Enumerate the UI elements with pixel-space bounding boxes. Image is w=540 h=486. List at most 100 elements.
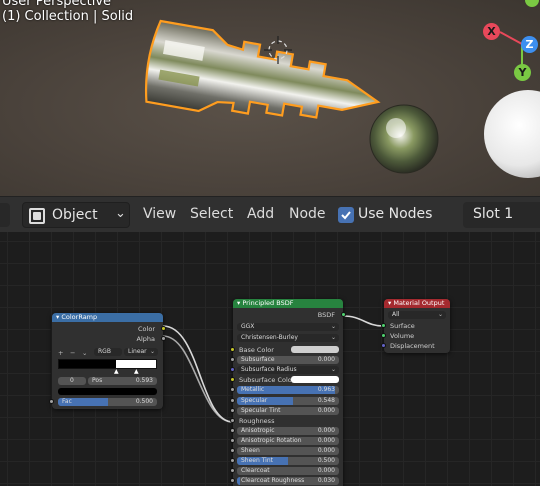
fac-field[interactable]: Fac 0.500 — [58, 398, 157, 406]
bsdf-input-socket[interactable] — [230, 367, 235, 373]
object-mode-label: Object — [52, 207, 98, 223]
add-stop-icon[interactable]: + — [58, 349, 63, 357]
viewport-collection-label: (1) Collection | Solid — [2, 9, 134, 24]
menu-select[interactable]: Select — [190, 206, 233, 222]
node-editor-canvas[interactable]: ▾ ColorRamp Color Alpha + − ⌄ RGB Linear… — [0, 232, 540, 486]
bsdf-value-field[interactable]: Clearcoat Roughness 0.030 — [237, 477, 339, 486]
bsdf-input-value: 0.000 — [317, 447, 335, 454]
alpha-output-socket[interactable] — [161, 336, 166, 341]
color-swatch[interactable] — [291, 346, 339, 353]
fac-input-socket[interactable] — [49, 399, 54, 404]
bsdf-input-socket[interactable] — [230, 407, 235, 413]
stop-position-field[interactable]: Pos 0.593 — [88, 377, 157, 385]
colorramp-output-color: Color — [138, 325, 155, 333]
bsdf-input-socket[interactable] — [230, 387, 235, 393]
bsdf-input-value: 0.000 — [317, 436, 335, 444]
bsdf-input-label: Subsurface Radius — [241, 366, 297, 374]
bsdf-input-socket[interactable] — [230, 417, 235, 423]
chevron-down-icon: ⌄ — [149, 348, 155, 355]
colorramp-title: ColorRamp — [61, 313, 98, 321]
bsdf-input-label: Anisotropic Rotation — [241, 436, 302, 444]
color-output-socket[interactable] — [161, 326, 166, 331]
bsdf-input-socket[interactable] — [230, 427, 235, 433]
distribution-dropdown[interactable]: GGX ⌄ — [237, 323, 339, 331]
color-swatch[interactable] — [291, 376, 339, 384]
bsdf-value-field[interactable]: Sheen Tint 0.500 — [237, 457, 339, 466]
bsdf-input-value: 0.000 — [317, 406, 335, 414]
material-output-header[interactable]: ▾ Material Output — [384, 299, 450, 308]
bsdf-output-socket[interactable] — [341, 312, 346, 317]
bsdf-value-field[interactable]: Specular 0.548 — [237, 396, 339, 405]
bsdf-input-socket[interactable] — [230, 448, 235, 453]
ramp-stop-handle-icon[interactable]: ▲ — [114, 368, 119, 375]
bsdf-value-field[interactable]: Specular Tint 0.000 — [237, 406, 339, 415]
volume-input-socket[interactable] — [381, 333, 386, 338]
subsurface-radius-dropdown[interactable]: Subsurface Radius ⌄ — [237, 366, 339, 375]
colorramp-node[interactable]: ▾ ColorRamp Color Alpha + − ⌄ RGB Linear… — [49, 313, 166, 409]
bsdf-input-label: Sheen Tint — [241, 457, 274, 465]
bsdf-value-field[interactable]: Subsurface 0.000 — [237, 356, 339, 365]
use-nodes-label[interactable]: Use Nodes — [358, 206, 432, 222]
color-mode-dropdown[interactable]: RGB — [94, 348, 122, 356]
colorramp-header[interactable]: ▾ ColorRamp — [52, 313, 163, 322]
use-nodes-checkbox[interactable] — [338, 207, 354, 223]
collapse-arrow-icon[interactable]: ▾ — [237, 299, 240, 307]
principled-bsdf-header[interactable]: ▾ Principled BSDF — [233, 299, 343, 308]
bsdf-value-field[interactable]: Anisotropic Rotation 0.000 — [237, 436, 339, 445]
collapse-arrow-icon[interactable]: ▾ — [388, 299, 391, 307]
gizmo-x-axis-icon[interactable]: X — [483, 23, 500, 40]
fac-label: Fac — [62, 398, 72, 405]
bsdf-input-socket[interactable] — [230, 377, 235, 383]
chevron-down-icon: ⌄ — [330, 323, 336, 330]
bsdf-input-socket[interactable] — [230, 458, 235, 464]
bsdf-value-field[interactable]: Metallic 0.963 — [237, 386, 339, 395]
interpolation-dropdown[interactable]: Linear ⌄ — [124, 348, 158, 356]
white-sphere — [484, 90, 540, 178]
ramp-menu-icon[interactable]: ⌄ — [82, 349, 87, 357]
surface-input-socket[interactable] — [381, 323, 386, 328]
volume-input-label: Volume — [390, 332, 415, 340]
node-editor-header: Object ⌄ View Select Add Node Use Nodes … — [0, 196, 540, 232]
bsdf-input-socket[interactable] — [230, 468, 235, 474]
material-slot-dropdown[interactable]: Slot 1 — [463, 202, 540, 228]
interpolation-label: Linear — [128, 348, 147, 355]
bsdf-input-socket[interactable] — [230, 357, 235, 363]
bsdf-input-value: 0.000 — [317, 426, 335, 434]
stop-index-field[interactable]: 0 — [58, 377, 86, 385]
fac-value: 0.500 — [135, 398, 153, 405]
object-mode-dropdown[interactable]: Object ⌄ — [22, 202, 130, 228]
bsdf-input-label: Clearcoat — [241, 467, 270, 475]
bsdf-input-socket[interactable] — [230, 437, 235, 443]
principled-bsdf-node[interactable]: ▾ Principled BSDF BSDF GGX ⌄ Christensen… — [230, 299, 346, 486]
chrome-sphere — [369, 104, 439, 174]
bsdf-input-socket[interactable] — [230, 397, 235, 403]
remove-stop-icon[interactable]: − — [70, 349, 75, 357]
bsdf-input-label: Specular — [241, 396, 268, 404]
output-target-dropdown[interactable]: All ⌄ — [388, 311, 446, 319]
collapse-arrow-icon[interactable]: ▾ — [56, 313, 59, 321]
bsdf-value-field[interactable]: Anisotropic 0.000 — [237, 426, 339, 435]
stop-color-swatch[interactable] — [58, 388, 157, 395]
material-output-node[interactable]: ▾ Material Output All ⌄ Surface Volume D… — [381, 299, 450, 353]
displacement-input-socket[interactable] — [381, 343, 386, 348]
bsdf-value-field[interactable]: Sheen 0.000 — [237, 447, 339, 455]
3d-viewport[interactable]: User Perspective (1) Collection | Solid … — [0, 0, 540, 196]
subsurface-method-dropdown[interactable]: Christensen-Burley ⌄ — [237, 334, 339, 342]
menu-node[interactable]: Node — [289, 206, 326, 222]
material-output-title: Material Output — [393, 299, 445, 307]
bsdf-input-socket[interactable] — [230, 347, 235, 352]
editor-type-button[interactable] — [0, 203, 10, 227]
gizmo-z-axis-icon[interactable]: Z — [521, 36, 538, 53]
gizmo-y-axis-icon[interactable]: Y — [514, 64, 531, 81]
pos-label: Pos — [92, 377, 103, 384]
menu-view[interactable]: View — [143, 206, 176, 222]
color-ramp-gradient[interactable] — [58, 359, 157, 369]
bsdf-input-socket[interactable] — [230, 478, 235, 484]
viewport-scene — [144, 19, 540, 178]
stop-index-value: 0 — [70, 377, 74, 384]
bsdf-value-field[interactable]: Clearcoat 0.000 — [237, 467, 339, 476]
chevron-down-icon: ⌄ — [330, 366, 336, 374]
chevron-down-icon: ⌄ — [437, 311, 443, 318]
menu-add[interactable]: Add — [247, 206, 274, 222]
ramp-stop-handle-icon[interactable]: ▲ — [134, 368, 139, 375]
